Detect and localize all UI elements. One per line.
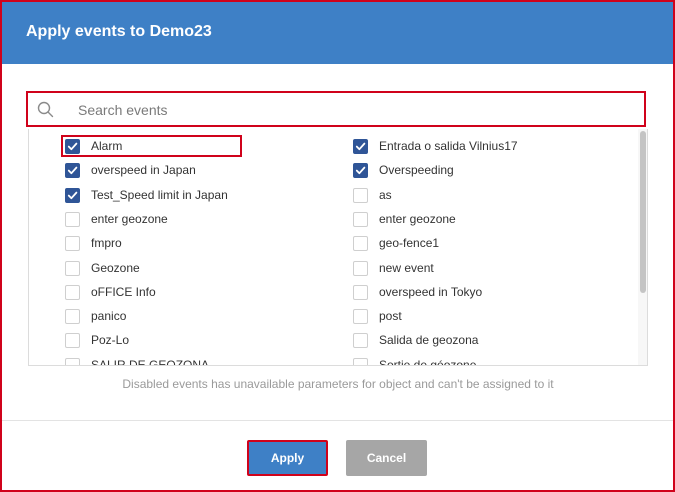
event-label: fmpro (91, 236, 122, 251)
event-item[interactable]: Test_Speed limit in Japan (61, 184, 241, 206)
event-checkbox[interactable] (353, 309, 368, 325)
event-label: as (379, 187, 392, 202)
event-checkbox[interactable] (353, 211, 368, 227)
search-box[interactable] (26, 91, 646, 127)
event-checkbox[interactable] (353, 284, 368, 300)
event-item[interactable]: enter geozone (61, 208, 241, 230)
event-checkbox[interactable] (353, 357, 368, 365)
event-checkbox[interactable] (65, 260, 80, 276)
event-checkbox[interactable] (353, 139, 368, 154)
event-item[interactable]: Alarm (61, 135, 242, 157)
event-item[interactable]: oFFICE Info (61, 281, 241, 303)
event-item[interactable]: overspeed in Japan (61, 159, 241, 181)
event-label: Poz-Lo (91, 333, 130, 348)
event-item[interactable]: geo-fence1 (349, 232, 619, 254)
event-item[interactable]: overspeed in Tokyo (349, 281, 619, 303)
event-checkbox[interactable] (65, 139, 80, 154)
scrollbar-thumb[interactable] (640, 131, 646, 293)
event-item[interactable]: Geozone (61, 257, 241, 279)
event-item[interactable]: SALIR DE GEOZONA (61, 354, 241, 366)
footer-divider (2, 420, 673, 421)
event-label: enter geozone (379, 211, 456, 226)
event-label: Test_Speed limit in Japan (91, 187, 228, 202)
event-checkbox[interactable] (65, 211, 80, 227)
check-icon (355, 166, 366, 175)
event-label: enter geozone (91, 211, 168, 226)
event-checkbox[interactable] (65, 309, 80, 325)
event-item[interactable]: enter geozone (349, 208, 619, 230)
event-checkbox[interactable] (353, 236, 368, 252)
event-checkbox[interactable] (65, 236, 80, 252)
event-label: overspeed in Tokyo (379, 284, 483, 299)
event-checkbox[interactable] (65, 187, 80, 203)
cancel-button[interactable]: Cancel (346, 440, 427, 476)
event-item[interactable]: panico (61, 305, 241, 327)
event-item[interactable]: new event (349, 257, 619, 279)
event-label: Geozone (91, 260, 140, 275)
event-item[interactable]: Salida de geozona (349, 329, 619, 351)
scrollbar-track[interactable] (638, 129, 647, 365)
event-label: Overspeeding (379, 163, 454, 178)
event-checkbox[interactable] (353, 163, 368, 179)
check-icon (67, 191, 78, 199)
event-label: post (379, 309, 402, 324)
dialog-title: Apply events to Demo23 (26, 23, 212, 40)
event-label: SALIR DE GEOZONA (91, 357, 210, 366)
check-icon (355, 142, 366, 151)
event-label: geo-fence1 (379, 236, 440, 251)
apply-events-dialog: Apply events to Demo23 Sortie de géozone… (0, 0, 675, 492)
event-checkbox[interactable] (65, 357, 80, 365)
event-label: overspeed in Japan (91, 163, 196, 178)
event-label: oFFICE Info (91, 284, 156, 299)
event-checkbox[interactable] (353, 260, 368, 276)
event-item[interactable]: Poz-Lo (61, 329, 241, 351)
event-label: Sortie de géozone (379, 357, 477, 366)
event-label: Alarm (91, 139, 123, 153)
search-input[interactable] (78, 99, 618, 121)
event-checkbox[interactable] (353, 187, 368, 203)
events-list[interactable]: Sortie de géozone Salida de geozona post ov… (28, 129, 648, 366)
event-item[interactable]: as (349, 184, 619, 206)
event-item[interactable]: Sortie de géozone (349, 354, 619, 366)
event-item[interactable]: Entrada o salida Vilnius17 (349, 135, 619, 157)
event-checkbox[interactable] (65, 163, 80, 179)
event-label: Entrada o salida Vilnius17 (379, 139, 518, 153)
event-checkbox[interactable] (353, 333, 368, 349)
event-label: Salida de geozona (379, 333, 479, 348)
event-label: new event (379, 260, 434, 275)
search-icon (37, 101, 54, 118)
disabled-events-note: Disabled events has unavailable paramete… (122, 377, 554, 391)
event-checkbox[interactable] (65, 333, 80, 349)
event-checkbox[interactable] (65, 284, 80, 300)
event-item[interactable]: Overspeeding (349, 159, 619, 181)
event-item[interactable]: fmpro (61, 232, 241, 254)
event-item[interactable]: post (349, 305, 619, 327)
event-label: panico (91, 309, 127, 324)
apply-button[interactable]: Apply (247, 440, 328, 476)
dialog-header: Apply events to Demo23 (2, 2, 673, 64)
check-icon (67, 142, 78, 151)
check-icon (67, 166, 78, 175)
